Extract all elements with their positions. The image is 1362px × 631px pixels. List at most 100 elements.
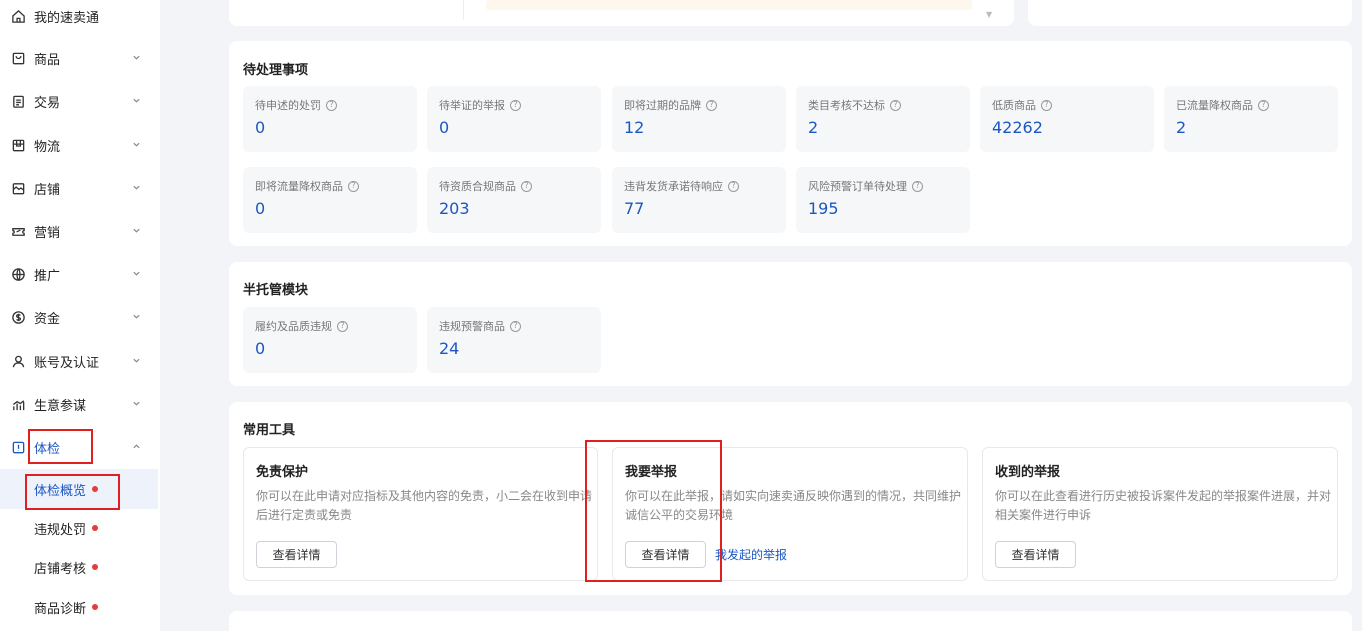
- tool-disclaimer: 免责保护 你可以在此申请对应指标及其他内容的免责，小二会在收到申请后进行定责或免…: [243, 447, 598, 581]
- common-tools-card: 常用工具 免责保护 你可以在此申请对应指标及其他内容的免责，小二会在收到申请后进…: [229, 402, 1352, 595]
- help-icon[interactable]: ?: [1041, 99, 1052, 111]
- help-icon[interactable]: ?: [728, 180, 739, 192]
- stat-label: 违背发货承诺待响应: [624, 180, 723, 193]
- stat-value[interactable]: 0: [255, 118, 265, 137]
- stat-expiring-brands[interactable]: 即将过期的品牌? 12: [612, 86, 786, 152]
- user-icon: [10, 353, 26, 369]
- sidebar-subitem-product-diagnosis[interactable]: 商品诊断: [0, 587, 158, 627]
- stat-violation-warning[interactable]: 违规预警商品? 24: [427, 307, 601, 373]
- scroll-down-icon[interactable]: ▼: [986, 10, 992, 19]
- sidebar-subitem-store-assessment[interactable]: 店铺考核: [0, 547, 158, 587]
- stat-value[interactable]: 0: [255, 339, 265, 358]
- chevron-down-icon: [132, 53, 142, 63]
- stat-value[interactable]: 203: [439, 199, 470, 218]
- sidebar-item-label: 物流: [34, 139, 61, 155]
- sidebar-item-label: 商品: [34, 52, 61, 68]
- stat-value[interactable]: 0: [439, 118, 449, 137]
- tool-title: 免责保护: [256, 465, 309, 480]
- tool-received-reports: 收到的举报 你可以在此查看进行历史被投诉案件发起的举报案件进展，并对相关案件进行…: [982, 447, 1338, 581]
- sidebar-subitem-label: 商品诊断: [34, 601, 87, 617]
- stat-downgraded-products[interactable]: 已流量降权商品? 2: [1164, 86, 1338, 152]
- help-icon[interactable]: ?: [521, 180, 532, 192]
- sidebar-item-trade[interactable]: 交易: [0, 81, 158, 121]
- stat-category-assessment[interactable]: 类目考核不达标? 2: [796, 86, 970, 152]
- help-icon[interactable]: ?: [912, 180, 923, 192]
- stat-appeal-penalties[interactable]: 待申述的处罚? 0: [243, 86, 417, 152]
- sidebar-item-business-advisor[interactable]: 生意参谋: [0, 384, 158, 424]
- alert-icon: [10, 439, 26, 455]
- stat-value[interactable]: 77: [624, 199, 644, 218]
- bottom-card-partial: [229, 611, 1352, 631]
- chevron-up-icon: [132, 442, 142, 452]
- stat-label: 履约及品质违规: [255, 320, 332, 333]
- sidebar-item-label: 生意参谋: [34, 398, 87, 414]
- pending-tasks-card: 待处理事项 待申述的处罚? 0 待举证的举报? 0 即将过期的品牌? 12 类目…: [229, 41, 1352, 246]
- sidebar-item-label: 交易: [34, 95, 61, 111]
- stat-value[interactable]: 2: [808, 118, 818, 137]
- help-icon[interactable]: ?: [326, 99, 337, 111]
- help-icon[interactable]: ?: [510, 320, 521, 332]
- stat-label: 已流量降权商品: [1176, 99, 1253, 112]
- stat-value[interactable]: 2: [1176, 118, 1186, 137]
- tool-description: 你可以在此申请对应指标及其他内容的免责，小二会在收到申请后进行定责或免责: [256, 489, 593, 522]
- sidebar-item-label: 店铺: [34, 182, 61, 198]
- banner-strip: [486, 0, 972, 10]
- stat-risk-orders[interactable]: 风险预警订单待处理? 195: [796, 167, 970, 233]
- tool-title: 收到的举报: [995, 465, 1061, 480]
- sidebar-item-my-aliexpress[interactable]: 我的速卖通: [0, 0, 158, 36]
- stat-value[interactable]: 195: [808, 199, 839, 218]
- sidebar-subitem-violations[interactable]: 违规处罚: [0, 508, 158, 548]
- view-details-button[interactable]: 查看详情: [625, 541, 706, 568]
- stat-value[interactable]: 42262: [992, 118, 1043, 137]
- tool-report: 我要举报 你可以在此举报，请如实向速卖通反映你遇到的情况，共同维护诚信公平的交易…: [612, 447, 968, 581]
- stat-label: 风险预警订单待处理: [808, 180, 907, 193]
- sidebar-item-promotion[interactable]: 推广: [0, 254, 158, 294]
- stat-qualification-compliance[interactable]: 待资质合规商品? 203: [427, 167, 601, 233]
- sidebar-item-label: 我的速卖通: [34, 10, 100, 26]
- sidebar-item-marketing[interactable]: 营销: [0, 211, 158, 251]
- sidebar-item-account[interactable]: 账号及认证: [0, 341, 158, 381]
- chevron-down-icon: [132, 183, 142, 193]
- stat-label: 类目考核不达标: [808, 99, 885, 112]
- stat-to-be-downgraded[interactable]: 即将流量降权商品? 0: [243, 167, 417, 233]
- view-details-button[interactable]: 查看详情: [995, 541, 1076, 568]
- stat-shipping-promise[interactable]: 违背发货承诺待响应? 77: [612, 167, 786, 233]
- tool-description: 你可以在此举报，请如实向速卖通反映你遇到的情况，共同维护诚信公平的交易环境: [625, 489, 962, 522]
- help-icon[interactable]: ?: [337, 320, 348, 332]
- stat-value[interactable]: 12: [624, 118, 644, 137]
- stat-label: 待资质合规商品: [439, 180, 516, 193]
- sidebar-subitem-label: 违规处罚: [34, 522, 87, 538]
- clipboard-icon: [10, 93, 26, 109]
- stat-fulfillment-violations[interactable]: 履约及品质违规? 0: [243, 307, 417, 373]
- view-details-button[interactable]: 查看详情: [256, 541, 337, 568]
- sidebar-item-logistics[interactable]: 物流: [0, 125, 158, 165]
- sidebar-subitem-health-overview[interactable]: 体检概览: [0, 469, 158, 509]
- stat-low-quality-products[interactable]: 低质商品? 42262: [980, 86, 1154, 152]
- sidebar-item-funds[interactable]: 资金: [0, 297, 158, 337]
- my-reports-link[interactable]: 我发起的举报: [715, 546, 787, 563]
- notification-dot: [92, 604, 99, 610]
- sidebar-item-health-check[interactable]: 体检: [0, 427, 158, 467]
- help-icon[interactable]: ?: [348, 180, 359, 192]
- stat-evidence-reports[interactable]: 待举证的举报? 0: [427, 86, 601, 152]
- dollar-icon: [10, 309, 26, 325]
- sidebar-subitem-label: 店铺考核: [34, 561, 87, 577]
- help-icon[interactable]: ?: [1258, 99, 1269, 111]
- globe-icon: [10, 266, 26, 282]
- chevron-down-icon: [132, 356, 142, 366]
- chevron-down-icon: [132, 312, 142, 322]
- help-icon[interactable]: ?: [706, 99, 717, 111]
- chevron-down-icon: [132, 96, 142, 106]
- stat-value[interactable]: 24: [439, 339, 459, 358]
- help-icon[interactable]: ?: [890, 99, 901, 111]
- sidebar-item-products[interactable]: 商品: [0, 38, 158, 78]
- stat-value[interactable]: 0: [255, 199, 265, 218]
- sidebar-item-store[interactable]: 店铺: [0, 168, 158, 208]
- help-icon[interactable]: ?: [510, 99, 521, 111]
- chevron-down-icon: [132, 269, 142, 279]
- stat-label: 待申述的处罚: [255, 99, 321, 112]
- stat-label: 低质商品: [992, 99, 1036, 112]
- stat-label: 违规预警商品: [439, 320, 505, 333]
- top-right-card-partial: [1028, 0, 1352, 26]
- tool-description: 你可以在此查看进行历史被投诉案件发起的举报案件进展，并对相关案件进行申诉: [995, 489, 1332, 522]
